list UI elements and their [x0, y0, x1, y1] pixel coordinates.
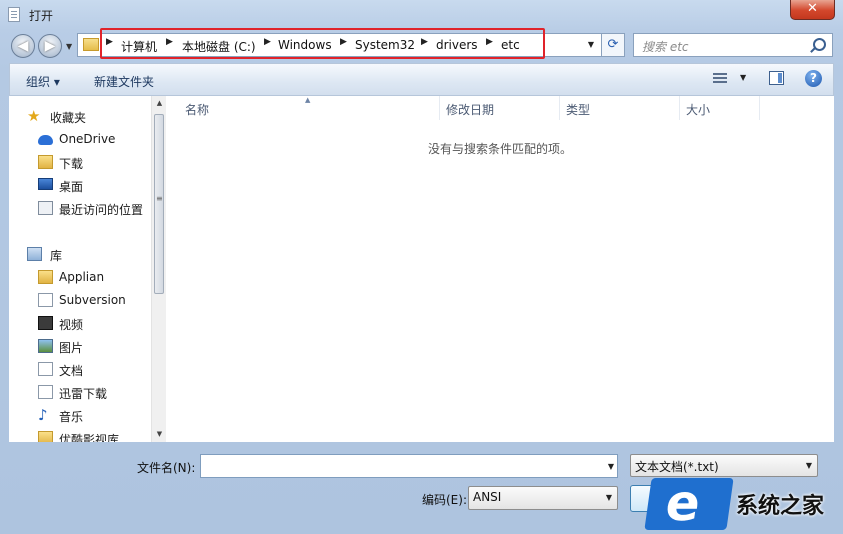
- sidebar-item-label: 文档: [59, 364, 84, 378]
- filetype-value: 文本文档(*.txt): [635, 460, 719, 474]
- document-icon: [38, 362, 53, 376]
- empty-message: 没有与搜索条件匹配的项。: [428, 142, 573, 156]
- sidebar-item-label: 收藏夹: [50, 111, 87, 125]
- filename-label: 文件名(N):: [137, 461, 196, 475]
- sidebar-item-label: 库: [50, 249, 63, 263]
- scrollbar-thumb[interactable]: ≡: [154, 114, 164, 294]
- sidebar-item-label: 图片: [59, 341, 84, 355]
- sidebar-item-favorites[interactable]: ★ 收藏夹: [9, 107, 151, 127]
- grip-icon: ≡: [156, 194, 163, 203]
- music-icon: ♪: [38, 406, 48, 424]
- highlight-box: [100, 28, 545, 59]
- column-header-type[interactable]: 类型: [566, 101, 590, 118]
- sidebar-item-recent[interactable]: 最近访问的位置: [9, 199, 151, 219]
- search-icon[interactable]: [813, 38, 826, 51]
- view-options-dropdown[interactable]: ▼: [740, 73, 746, 82]
- document-icon: [38, 293, 53, 307]
- sidebar-item-label: 下载: [59, 157, 84, 171]
- address-dropdown[interactable]: ▼: [582, 33, 600, 57]
- sidebar-item-libraries[interactable]: 库: [9, 245, 151, 265]
- column-header-date[interactable]: 修改日期: [446, 101, 494, 118]
- chevron-down-icon[interactable]: ▼: [608, 462, 614, 471]
- cloud-icon: [38, 135, 53, 145]
- library-icon: [27, 247, 42, 261]
- sidebar-item-label: 视频: [59, 318, 84, 332]
- navigation-pane: ★ 收藏夹 OneDrive 下载 桌面 最近访问的位置 库 Applian S…: [9, 96, 151, 442]
- sidebar-item-label: 优酷影视库: [59, 433, 120, 442]
- view-options-icon[interactable]: [713, 73, 727, 85]
- sidebar-item-label: 最近访问的位置: [59, 203, 144, 217]
- sidebar-item-label: Applian: [59, 270, 105, 284]
- sidebar-item-videos[interactable]: 视频: [9, 314, 151, 334]
- column-divider[interactable]: [439, 96, 440, 120]
- organize-button[interactable]: 组织 ▾: [26, 73, 60, 90]
- sidebar-item-thunder-downloads[interactable]: 迅雷下载: [9, 383, 151, 403]
- notepad-icon: [8, 7, 20, 22]
- sidebar-item-label: 迅雷下载: [59, 387, 108, 401]
- folder-icon: [38, 270, 53, 284]
- scroll-down-icon[interactable]: ▼: [152, 427, 167, 442]
- sidebar-item-downloads[interactable]: 下载: [9, 153, 151, 173]
- search-placeholder: 搜索 etc: [642, 40, 689, 54]
- encoding-value: ANSI: [473, 490, 502, 504]
- navigation-scrollbar[interactable]: ▲ ≡ ▼: [151, 96, 166, 442]
- watermark: 系统之家: [640, 474, 840, 534]
- window-title: 打开: [29, 9, 54, 23]
- sidebar-item-music[interactable]: ♪ 音乐: [9, 406, 151, 426]
- open-dialog: 打开 ✕ ◀ ▶ ▼ ▶ 计算机 ▶ 本地磁盘 (C:) ▶ Windows ▶…: [0, 0, 843, 534]
- folder-icon: [38, 155, 53, 169]
- watermark-text: 系统之家: [736, 494, 825, 519]
- sort-ascending-icon: ▲: [305, 96, 311, 104]
- preview-pane-icon[interactable]: [769, 71, 784, 85]
- sidebar-item-onedrive[interactable]: OneDrive: [9, 130, 151, 150]
- video-icon: [38, 316, 53, 330]
- forward-button[interactable]: ▶: [38, 34, 62, 58]
- help-button[interactable]: ?: [805, 70, 822, 87]
- sidebar-item-label: 桌面: [59, 180, 84, 194]
- encoding-select[interactable]: ANSI ▼: [468, 486, 618, 510]
- logo-icon: [644, 478, 734, 530]
- star-icon: ★: [27, 107, 41, 125]
- folder-icon: [83, 38, 99, 51]
- folder-icon: [38, 431, 53, 442]
- sidebar-item-applian[interactable]: Applian: [9, 268, 151, 288]
- sidebar-item-subversion[interactable]: Subversion: [9, 291, 151, 311]
- scroll-up-icon[interactable]: ▲: [152, 96, 167, 111]
- search-input[interactable]: 搜索 etc: [633, 33, 833, 57]
- sidebar-item-label: Subversion: [59, 293, 126, 307]
- sidebar-item-youku[interactable]: 优酷影视库: [9, 429, 151, 442]
- column-divider[interactable]: [759, 96, 760, 120]
- back-button[interactable]: ◀: [11, 34, 35, 58]
- column-header-size[interactable]: 大小: [686, 101, 710, 118]
- sidebar-item-desktop[interactable]: 桌面: [9, 176, 151, 196]
- chevron-down-icon: ▼: [605, 493, 612, 502]
- sidebar-item-documents[interactable]: 文档: [9, 360, 151, 380]
- refresh-button[interactable]: ⟳: [601, 33, 625, 57]
- column-header-name[interactable]: 名称: [185, 101, 209, 118]
- picture-icon: [38, 339, 53, 353]
- recent-icon: [38, 201, 53, 215]
- close-button[interactable]: ✕: [790, 0, 835, 20]
- recent-pages-dropdown[interactable]: ▼: [66, 42, 72, 51]
- file-list[interactable]: ▲ 名称 修改日期 类型 大小 没有与搜索条件匹配的项。: [166, 96, 834, 442]
- title-bar: 打开 ✕: [0, 0, 843, 30]
- encoding-label: 编码(E):: [422, 493, 467, 507]
- new-folder-button[interactable]: 新建文件夹: [94, 73, 154, 90]
- desktop-icon: [38, 178, 53, 190]
- sidebar-item-pictures[interactable]: 图片: [9, 337, 151, 357]
- content-area: ★ 收藏夹 OneDrive 下载 桌面 最近访问的位置 库 Applian S…: [9, 96, 834, 442]
- filename-input[interactable]: ▼: [200, 454, 618, 478]
- column-divider[interactable]: [679, 96, 680, 120]
- command-bar: 组织 ▾ 新建文件夹 ▼ ?: [9, 63, 834, 96]
- sidebar-item-label: OneDrive: [59, 132, 116, 146]
- chevron-down-icon: ▼: [805, 461, 812, 470]
- column-divider[interactable]: [559, 96, 560, 120]
- document-icon: [38, 385, 53, 399]
- sidebar-item-label: 音乐: [59, 410, 84, 424]
